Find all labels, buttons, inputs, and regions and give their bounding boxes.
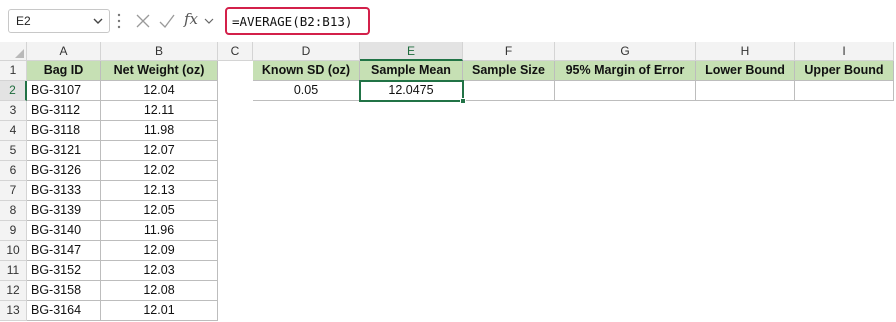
row-header-8[interactable]: 8 xyxy=(0,201,27,221)
table-cell-weight[interactable]: 11.98 xyxy=(101,121,218,141)
table-cell-weight[interactable]: 12.01 xyxy=(101,301,218,321)
row-header-10[interactable]: 10 xyxy=(0,241,27,261)
row-header-12[interactable]: 12 xyxy=(0,281,27,301)
column-header-g[interactable]: G xyxy=(555,42,696,61)
table-cell-bag-id[interactable]: BG-3133 xyxy=(27,181,101,201)
row-header-1[interactable]: 1 xyxy=(0,61,27,81)
column-header-c[interactable]: C xyxy=(218,42,253,61)
table-cell-bag-id[interactable]: BG-3118 xyxy=(27,121,101,141)
column-header-h[interactable]: H xyxy=(696,42,795,61)
row-header-13[interactable]: 13 xyxy=(0,301,27,321)
summary-header-cell[interactable]: Lower Bound xyxy=(696,61,795,81)
table-cell-bag-id[interactable]: BG-3107 xyxy=(27,81,101,101)
table-cell-bag-id[interactable]: BG-3164 xyxy=(27,301,101,321)
row-header-9[interactable]: 9 xyxy=(0,221,27,241)
summary-value-cell[interactable] xyxy=(795,81,894,101)
row-header-6[interactable]: 6 xyxy=(0,161,27,181)
table-cell-weight[interactable]: 12.13 xyxy=(101,181,218,201)
summary-value-cell[interactable]: 0.05 xyxy=(253,81,360,101)
name-box[interactable]: E2 xyxy=(8,9,110,33)
table-cell-bag-id[interactable]: BG-3140 xyxy=(27,221,101,241)
column-header-b[interactable]: B xyxy=(101,42,218,61)
table-cell-bag-id[interactable]: BG-3121 xyxy=(27,141,101,161)
enter-check-icon[interactable] xyxy=(158,12,176,30)
row-header-4[interactable]: 4 xyxy=(0,121,27,141)
summary-header-cell[interactable]: Sample Mean xyxy=(360,61,463,81)
column-header-e[interactable]: E xyxy=(360,42,463,61)
formula-input-area[interactable] xyxy=(370,12,896,30)
table-cell-weight[interactable]: 12.08 xyxy=(101,281,218,301)
column-header-i[interactable]: I xyxy=(795,42,894,61)
column-header-f[interactable]: F xyxy=(463,42,555,61)
summary-value-cell[interactable] xyxy=(696,81,795,101)
table-cell-weight[interactable]: 12.03 xyxy=(101,261,218,281)
row-header-2[interactable]: 2 xyxy=(0,81,27,101)
chevron-down-icon[interactable] xyxy=(204,16,214,26)
table-cell-bag-id[interactable]: BG-3139 xyxy=(27,201,101,221)
table-cell-weight[interactable]: 11.96 xyxy=(101,221,218,241)
row-header-5[interactable]: 5 xyxy=(0,141,27,161)
cancel-x-icon[interactable] xyxy=(134,12,152,30)
summary-header-cell[interactable]: Known SD (oz) xyxy=(253,61,360,81)
row-header-3[interactable]: 3 xyxy=(0,101,27,121)
select-all-triangle-icon xyxy=(15,49,24,58)
summary-header-cell[interactable]: Upper Bound xyxy=(795,61,894,81)
table-cell-weight[interactable]: 12.09 xyxy=(101,241,218,261)
table-header-cell[interactable]: Bag ID xyxy=(27,61,101,81)
fx-icon[interactable]: fx xyxy=(184,10,198,28)
summary-value-cell[interactable] xyxy=(463,81,555,101)
summary-value-cell[interactable] xyxy=(555,81,696,101)
summary-header-cell[interactable]: 95% Margin of Error xyxy=(555,61,696,81)
table-cell-bag-id[interactable]: BG-3147 xyxy=(27,241,101,261)
column-header-d[interactable]: D xyxy=(253,42,360,61)
table-cell-weight[interactable]: 12.02 xyxy=(101,161,218,181)
spreadsheet-grid: A B C D E F G H I 1 2 3 4 5 6 7 8 9 10 11 12 13 Bag ID Net Weig… xyxy=(0,42,896,322)
column-header-a[interactable]: A xyxy=(27,42,101,61)
table-cell-bag-id[interactable]: BG-3158 xyxy=(27,281,101,301)
table-header-cell[interactable]: Net Weight (oz) xyxy=(101,61,218,81)
fill-handle[interactable] xyxy=(460,98,466,104)
formula-bar: E2 fx =AVERAGE(B2:B13) xyxy=(0,0,896,42)
table-cell-weight[interactable]: 12.07 xyxy=(101,141,218,161)
formula-text: =AVERAGE(B2:B13) xyxy=(232,14,353,29)
formula-controls: fx xyxy=(132,9,220,33)
table-cell-weight[interactable]: 12.05 xyxy=(101,201,218,221)
table-cell-weight[interactable]: 12.04 xyxy=(101,81,218,101)
vertical-dots-icon xyxy=(117,13,121,29)
summary-header-cell[interactable]: Sample Size xyxy=(463,61,555,81)
table-cell-bag-id[interactable]: BG-3152 xyxy=(27,261,101,281)
row-header-7[interactable]: 7 xyxy=(0,181,27,201)
name-box-value: E2 xyxy=(16,14,31,28)
chevron-down-icon[interactable] xyxy=(93,16,103,26)
select-all-button[interactable] xyxy=(0,42,27,61)
active-cell-selection xyxy=(359,80,464,102)
formula-input[interactable]: =AVERAGE(B2:B13) xyxy=(225,7,370,35)
table-cell-weight[interactable]: 12.11 xyxy=(101,101,218,121)
table-cell-bag-id[interactable]: BG-3126 xyxy=(27,161,101,181)
row-header-11[interactable]: 11 xyxy=(0,261,27,281)
table-cell-bag-id[interactable]: BG-3112 xyxy=(27,101,101,121)
